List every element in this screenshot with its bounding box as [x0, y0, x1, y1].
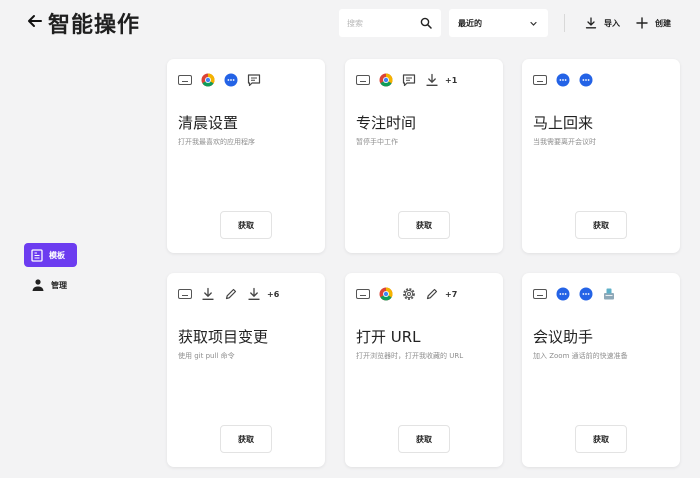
chrome-icon	[379, 287, 393, 301]
template-icon	[31, 248, 43, 262]
sidebar-item-label: 管理	[51, 280, 67, 290]
card-title: 专注时间	[356, 114, 417, 132]
gear-icon	[403, 288, 415, 300]
download-icon	[585, 17, 597, 29]
download-icon	[426, 73, 438, 86]
header-divider	[564, 14, 565, 32]
chrome-icon	[201, 73, 215, 87]
sidebar-item-templates[interactable]: 模板	[24, 243, 77, 267]
search-icon[interactable]	[420, 17, 432, 29]
card-description: 加入 Zoom 通话前的快速准备	[533, 352, 628, 360]
more-apps-count: +6	[267, 289, 280, 299]
person-icon	[32, 279, 44, 291]
card-app-icons	[533, 287, 616, 301]
chevron-down-icon	[530, 21, 537, 26]
dots-app-icon	[556, 287, 570, 301]
search-box[interactable]	[339, 9, 441, 37]
get-button[interactable]: 获取	[398, 425, 450, 453]
card-app-icons	[533, 73, 593, 87]
card-title: 马上回来	[533, 114, 594, 132]
more-apps-count: +7	[445, 289, 458, 299]
card-app-icons: +6	[178, 287, 279, 301]
more-apps-count: +1	[445, 75, 458, 85]
card-description: 打开浏览器时，打开我收藏的 URL	[356, 352, 464, 360]
page-title: 智能操作	[48, 13, 141, 38]
sidebar-item-label: 模板	[49, 250, 65, 260]
template-card[interactable]: +6 获取项目变更使用 git pull 命令获取	[167, 273, 325, 467]
keyboard-icon	[533, 289, 547, 299]
sidebar-item-manage[interactable]: 管理	[31, 275, 67, 295]
card-description: 当我需要离开会议时	[533, 138, 596, 146]
get-button[interactable]: 获取	[220, 425, 272, 453]
get-button[interactable]: 获取	[575, 211, 627, 239]
create-label: 创建	[655, 18, 671, 28]
message-icon	[402, 74, 416, 87]
plus-icon	[636, 17, 648, 29]
keyboard-icon	[356, 289, 370, 299]
download-icon	[248, 287, 260, 300]
dots-app-icon	[579, 73, 593, 87]
card-title: 获取项目变更	[178, 328, 269, 346]
sort-value: 最近的	[458, 19, 482, 28]
get-button[interactable]: 获取	[575, 425, 627, 453]
card-title: 打开 URL	[356, 328, 421, 346]
template-card[interactable]: 马上回来当我需要离开会议时获取	[522, 59, 680, 253]
keyboard-icon	[178, 289, 192, 299]
card-app-icons	[178, 73, 261, 87]
import-label: 导入	[604, 18, 620, 28]
import-button[interactable]: 导入	[585, 14, 620, 32]
sort-dropdown[interactable]: 最近的	[449, 9, 548, 37]
brush-icon	[604, 288, 614, 300]
template-card[interactable]: 清晨设置打开我最喜欢的应用程序获取	[167, 59, 325, 253]
template-card[interactable]: +1 专注时间暂停手中工作获取	[345, 59, 503, 253]
message-icon	[247, 74, 261, 87]
create-button[interactable]: 创建	[636, 14, 671, 32]
get-button[interactable]: 获取	[220, 211, 272, 239]
card-description: 打开我最喜欢的应用程序	[178, 138, 255, 146]
card-app-icons: +1	[356, 73, 457, 87]
dots-app-icon	[224, 73, 238, 87]
keyboard-icon	[178, 75, 192, 85]
dots-app-icon	[579, 287, 593, 301]
card-description: 暂停手中工作	[356, 138, 398, 146]
pencil-icon	[225, 288, 237, 300]
back-arrow-icon[interactable]	[26, 12, 44, 30]
card-app-icons: +7	[356, 287, 457, 301]
card-description: 使用 git pull 命令	[178, 352, 235, 360]
dots-app-icon	[556, 73, 570, 87]
download-icon	[202, 287, 214, 300]
template-card[interactable]: +7 打开 URL 打开浏览器时，打开我收藏的 URL 获取	[345, 273, 503, 467]
keyboard-icon	[356, 75, 370, 85]
template-card[interactable]: 会议助手加入 Zoom 通话前的快速准备获取	[522, 273, 680, 467]
chrome-icon	[379, 73, 393, 87]
card-title: 会议助手	[533, 328, 594, 346]
pencil-icon	[426, 288, 438, 300]
get-button[interactable]: 获取	[398, 211, 450, 239]
search-input[interactable]	[347, 15, 417, 31]
keyboard-icon	[533, 75, 547, 85]
card-title: 清晨设置	[178, 114, 239, 132]
